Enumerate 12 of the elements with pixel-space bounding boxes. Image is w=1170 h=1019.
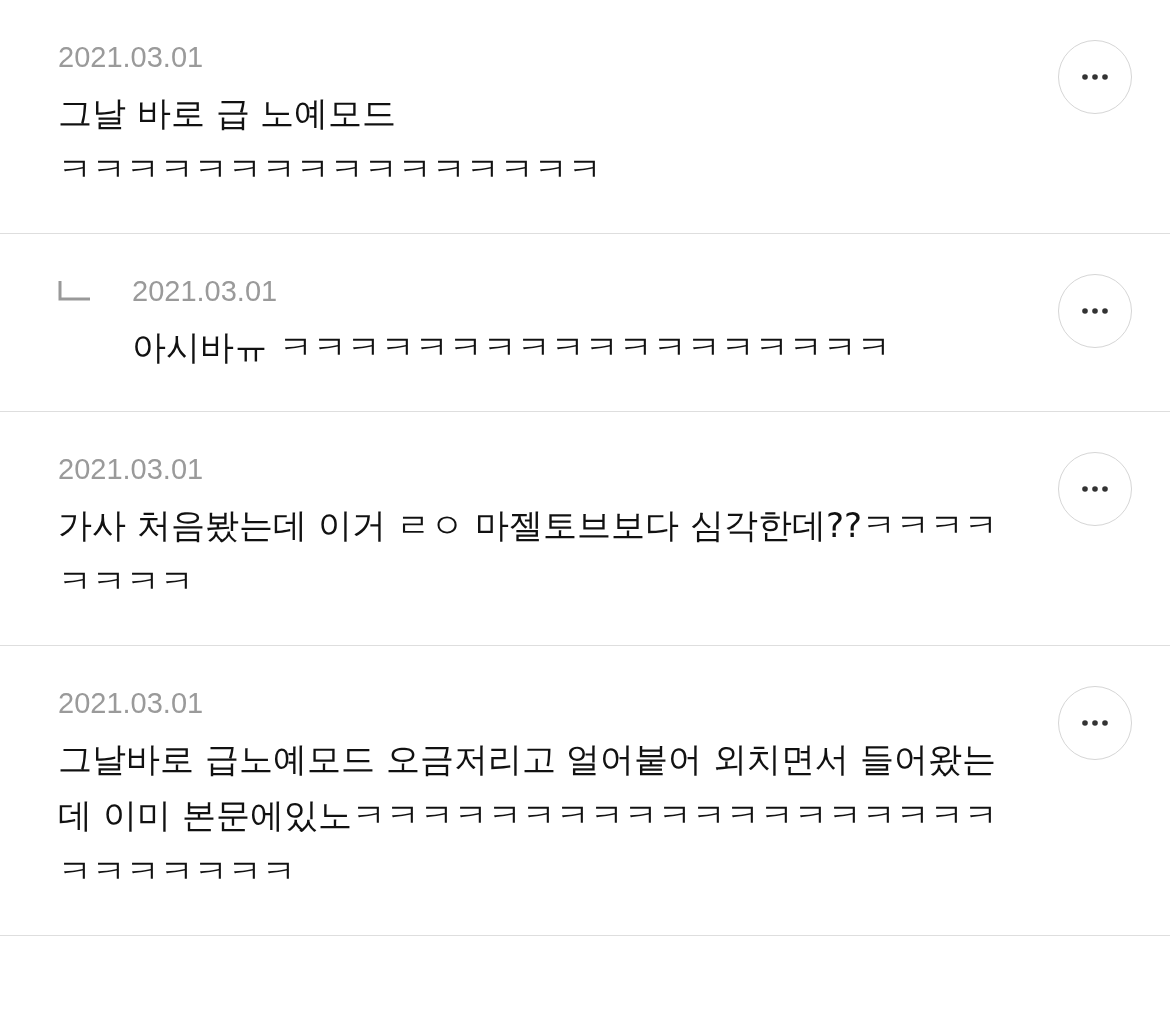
comment-text: 아시바ㅠ ㅋㅋㅋㅋㅋㅋㅋㅋㅋㅋㅋㅋㅋㅋㅋㅋㅋㅋ bbox=[132, 325, 892, 369]
comment-text: 가사 처음봤는데 이거 ㄹㅇ 마젤토브보다 심각한데??ㅋㅋㅋㅋㅋㅋㅋㅋ bbox=[58, 503, 1000, 603]
comment-text: 그날 바로 급 노예모드 ㅋㅋㅋㅋㅋㅋㅋㅋㅋㅋㅋㅋㅋㅋㅋㅋ bbox=[58, 91, 603, 191]
comment-date: 2021.03.01 bbox=[58, 451, 205, 487]
comment-date: 2021.03.01 bbox=[132, 274, 279, 309]
more-icon bbox=[1082, 485, 1108, 492]
comment-date: 2021.03.01 bbox=[58, 685, 205, 721]
comment-date: 2021.03.01 bbox=[58, 40, 205, 75]
more-icon bbox=[1082, 719, 1108, 726]
more-icon bbox=[1082, 308, 1108, 314]
more-icon bbox=[1082, 74, 1108, 80]
comment-text: 그날바로 급노예모드 오금저리고 얼어붙어 외치면서 들어왔는데 이미 본문에있노ㅋㅋㅋㅋㅋㅋㅋㅋㅋㅋㅋㅋㅋㅋㅋㅋㅋㅋㅋㅋㅋㅋㅋㅋㅋㅋ bbox=[58, 737, 999, 893]
